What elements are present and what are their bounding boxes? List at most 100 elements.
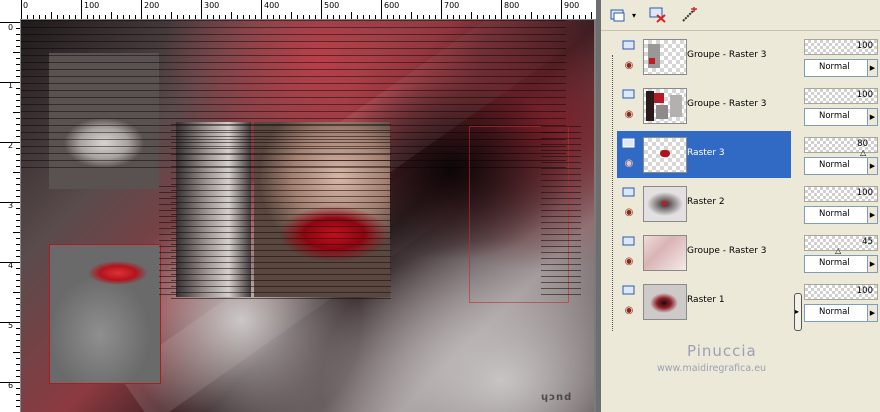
ruler-tick [16, 64, 20, 65]
ruler-tick [159, 15, 160, 19]
ruler-tick [16, 244, 20, 245]
eye-icon[interactable]: ◉ [622, 255, 636, 269]
ruler-tick [16, 28, 20, 29]
ruler-tick [0, 382, 20, 383]
layer-thumbnail [643, 137, 687, 173]
eye-icon[interactable]: ◉ [622, 59, 636, 73]
slider-marker-icon[interactable]: △ [860, 148, 866, 157]
ruler-tick [549, 15, 550, 19]
brand-name: Pinuccia [687, 342, 757, 360]
opacity-slider[interactable]: 100 [804, 88, 878, 104]
ruler-tick [16, 184, 20, 185]
opacity-slider[interactable]: 80 △ [804, 137, 878, 157]
ruler-top-label: 300 [204, 1, 220, 10]
ruler-tick [16, 118, 20, 119]
ruler-tick [513, 15, 514, 19]
dropdown-arrow-icon[interactable]: ▶ [867, 256, 877, 272]
layer-name: Raster 1 [687, 295, 725, 305]
expand-arrow-icon[interactable]: ▸ [795, 307, 799, 316]
ruler-tick [16, 340, 20, 341]
ruler-tick [16, 334, 20, 335]
ruler-tick [0, 22, 20, 23]
ruler-tick [243, 15, 244, 19]
blend-mode-label: Normal [819, 209, 850, 219]
ruler-top-label: 900 [564, 1, 580, 10]
ruler-top-label: 500 [324, 1, 340, 10]
ruler-tick [387, 15, 388, 19]
ruler-left: 0 1 2 3 4 5 6 [0, 19, 21, 412]
ruler-tick [16, 316, 20, 317]
ruler-tick [363, 15, 364, 19]
ruler-tick [16, 358, 20, 359]
layer-row[interactable]: ◉ Groupe - Raster 3 [617, 82, 791, 129]
layer-row[interactable]: ◉ Raster 1 [617, 278, 791, 325]
ruler-tick [16, 154, 20, 155]
eye-icon[interactable]: ◉ [622, 157, 636, 171]
ruler-tick [567, 15, 568, 19]
layer-properties-row: 80 △ Normal ▶ [804, 131, 880, 179]
blend-mode-label: Normal [819, 258, 850, 268]
ruler-tick [16, 376, 20, 377]
opacity-slider[interactable]: 100 [804, 39, 878, 55]
layer-name: Groupe - Raster 3 [687, 99, 767, 109]
eye-icon[interactable]: ◉ [622, 304, 636, 318]
ruler-top-label: 400 [264, 1, 280, 10]
dropdown-arrow-icon[interactable]: ▾ [629, 5, 639, 25]
ruler-tick [69, 15, 70, 19]
ruler-tick [13, 112, 20, 113]
opacity-value: 100 [856, 188, 873, 198]
layer-thumbnail [643, 39, 687, 75]
ruler-tick [16, 280, 20, 281]
layers-toolbar: ▾ [601, 0, 880, 31]
ruler-tick [16, 220, 20, 221]
layer-properties-row: 45 △ Normal ▶ [804, 229, 880, 277]
layer-thumbnail [643, 88, 687, 124]
dropdown-arrow-icon[interactable]: ▶ [867, 60, 877, 76]
edit-mask-icon[interactable] [679, 5, 701, 25]
layer-row[interactable]: ◉ Groupe - Raster 3 [617, 33, 791, 80]
opacity-slider[interactable]: 45 △ [804, 235, 878, 255]
ruler-tick [213, 15, 214, 19]
ruler-tick [16, 70, 20, 71]
ruler-tick [453, 15, 454, 19]
ruler-tick [16, 58, 20, 59]
ruler-tick [543, 15, 544, 19]
ruler-tick [21, 0, 22, 19]
layer-name: Raster 2 [687, 197, 725, 207]
delete-layer-icon[interactable] [647, 5, 669, 25]
ruler-tick [555, 15, 556, 19]
dropdown-arrow-icon[interactable]: ▶ [867, 158, 877, 174]
blend-mode-select[interactable]: Normal ▶ [804, 157, 878, 175]
eye-icon[interactable]: ◉ [622, 206, 636, 220]
dropdown-arrow-icon[interactable]: ▶ [867, 207, 877, 223]
new-layer-icon[interactable] [607, 5, 629, 25]
slider-marker-icon[interactable]: △ [835, 246, 841, 255]
ruler-tick [16, 214, 20, 215]
opacity-slider[interactable]: 100 [804, 186, 878, 202]
ruler-tick [129, 15, 130, 19]
dropdown-arrow-icon[interactable]: ▶ [867, 109, 877, 125]
ruler-left-label: 2 [8, 141, 14, 150]
ruler-tick [99, 15, 100, 19]
opacity-slider[interactable]: 100 [804, 284, 878, 300]
ruler-tick [135, 15, 136, 19]
layer-row[interactable]: ◉ Groupe - Raster 3 [617, 229, 791, 276]
ruler-tick [225, 15, 226, 19]
blend-mode-label: Normal [819, 160, 850, 170]
blend-mode-select[interactable]: Normal ▶ [804, 108, 878, 126]
blend-mode-select[interactable]: Normal ▶ [804, 255, 878, 273]
eye-icon[interactable]: ◉ [622, 108, 636, 122]
layer-row[interactable]: ◉ Raster 3 [617, 131, 791, 178]
layer-row[interactable]: ◉ Raster 2 [617, 180, 791, 227]
ruler-tick [16, 196, 20, 197]
blend-mode-select[interactable]: Normal ▶ [804, 59, 878, 77]
blend-mode-select[interactable]: Normal ▶ [804, 206, 878, 224]
canvas-image[interactable]: ɥɔnd [21, 20, 594, 412]
layer-name: Groupe - Raster 3 [687, 246, 767, 256]
ruler-tick [297, 15, 298, 19]
dropdown-arrow-icon[interactable]: ▶ [867, 305, 877, 321]
ruler-tick [165, 15, 166, 19]
ruler-tick [459, 15, 460, 19]
blend-mode-label: Normal [819, 307, 850, 317]
blend-mode-select[interactable]: Normal ▶ [804, 304, 878, 322]
